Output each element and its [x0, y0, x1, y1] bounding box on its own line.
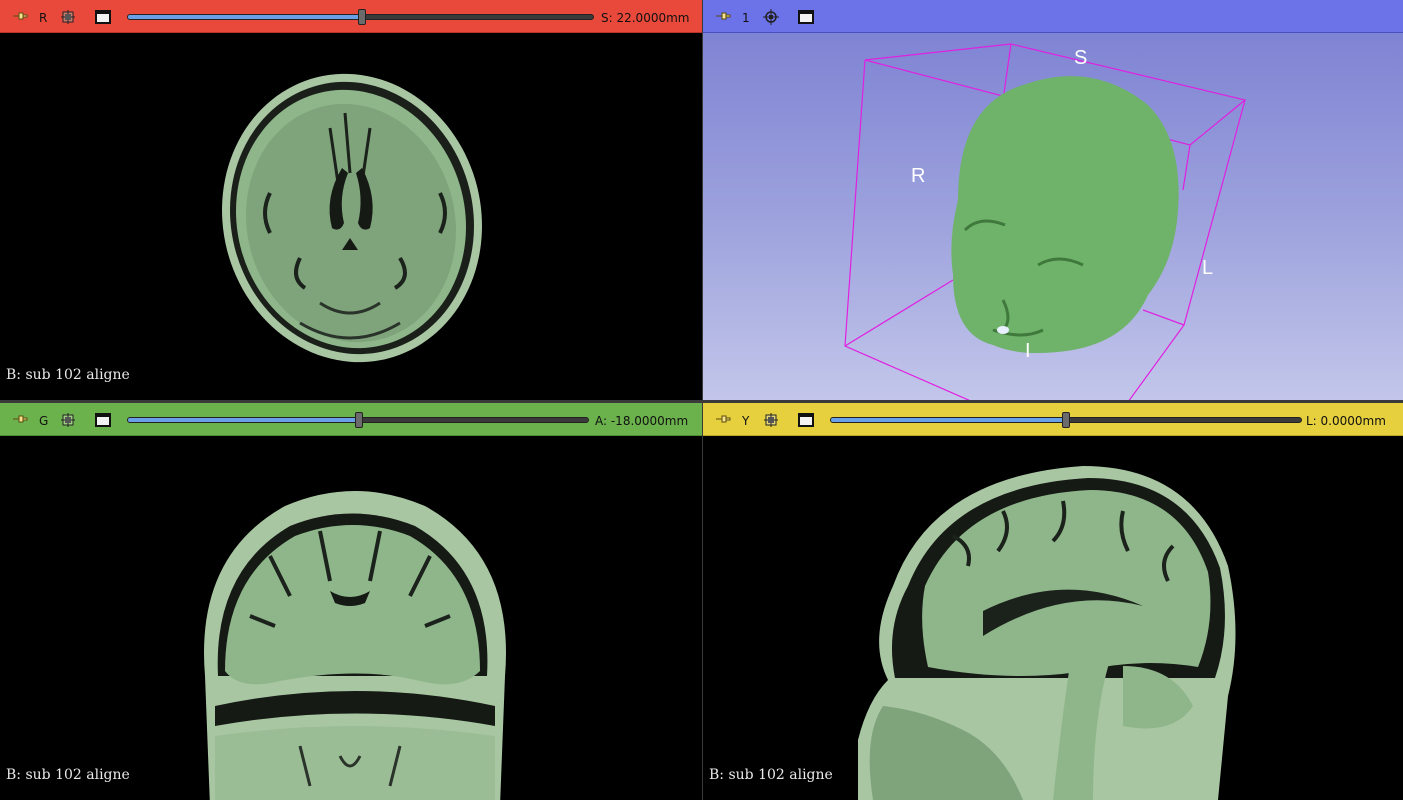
slice-offset-slider[interactable] [127, 9, 594, 25]
orientation-superior: S [1074, 47, 1088, 69]
background-layer-caption: B: sub 102 aligne [709, 767, 833, 783]
slice-offset-slider[interactable] [127, 412, 589, 428]
orientation-right: R [911, 165, 926, 187]
pin-icon[interactable] [12, 413, 28, 425]
volume-rendering [844, 43, 1247, 400]
yellow-slice-view[interactable]: Y L: 0.0000mm B: sub 102 aligne [703, 403, 1403, 800]
orientation-left: L [1202, 257, 1214, 279]
green-view-controller-bar: G A: -18.0000mm [0, 403, 702, 436]
slider-fill [128, 418, 360, 422]
orientation-inferior: I [1025, 340, 1031, 362]
coronal-slice-image [204, 491, 506, 800]
view-layout-icon[interactable] [798, 413, 814, 427]
slice-offset-value: L: 0.0000mm [1306, 414, 1386, 428]
link-icon[interactable] [60, 412, 76, 428]
pin-icon[interactable] [715, 413, 731, 425]
slider-handle[interactable] [357, 9, 366, 25]
slider-fill [831, 418, 1066, 422]
link-icon[interactable] [763, 412, 779, 428]
red-slice-view[interactable]: R S: 22.0000mm B: sub 102 aligne [0, 0, 702, 400]
slice-offset-value: A: -18.0000mm [595, 414, 689, 428]
slider-handle[interactable] [355, 412, 364, 428]
link-icon[interactable] [60, 9, 76, 25]
background-layer-caption: B: sub 102 aligne [6, 767, 130, 783]
view-layout-icon[interactable] [95, 10, 111, 24]
slider-fill [128, 15, 362, 19]
view-label: R [39, 11, 48, 25]
sagittal-slice-image [858, 466, 1236, 800]
axial-slice-image [222, 73, 482, 363]
green-slice-view[interactable]: G A: -18.0000mm B: sub 102 aligne [0, 403, 702, 800]
view-label: G [39, 414, 49, 428]
slice-offset-slider[interactable] [830, 412, 1302, 428]
background-layer-caption: B: sub 102 aligne [6, 367, 130, 383]
three-d-view[interactable]: 1 S R L I [703, 0, 1403, 400]
slice-offset-value: S: 22.0000mm [601, 11, 690, 25]
yellow-view-controller-bar: Y L: 0.0000mm [703, 403, 1403, 436]
view-label: Y [742, 414, 750, 428]
pin-icon[interactable] [12, 10, 28, 22]
view-layout-icon[interactable] [95, 413, 111, 427]
red-view-controller-bar: R S: 22.0000mm [0, 0, 702, 33]
slicer-view-layout: R S: 22.0000mm B: sub 102 aligne 1 S R L… [0, 0, 1403, 800]
slider-handle[interactable] [1062, 412, 1070, 428]
